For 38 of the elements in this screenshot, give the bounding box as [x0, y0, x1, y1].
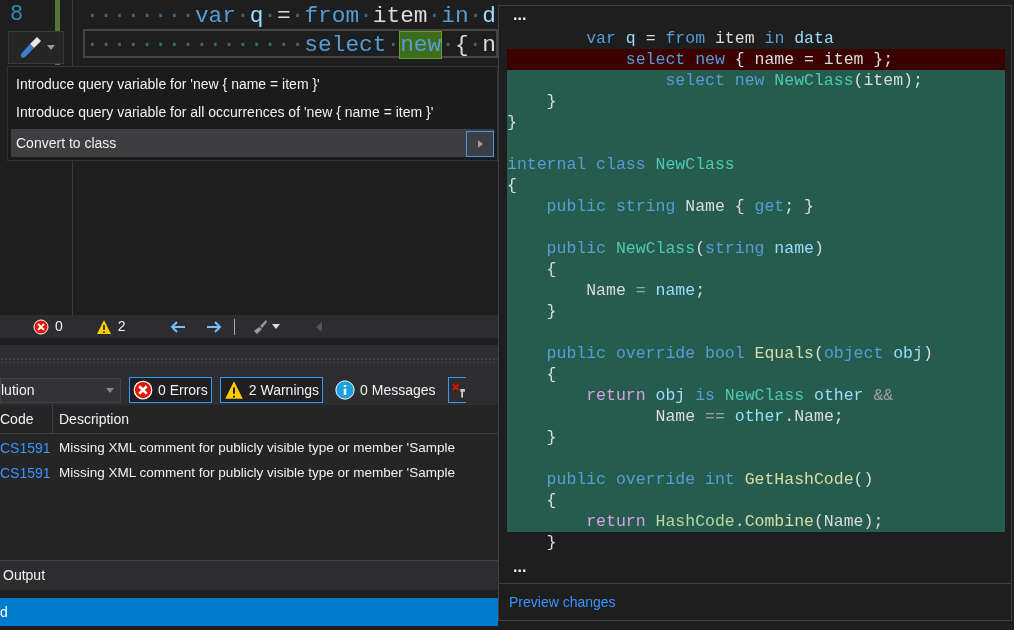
menu-item[interactable]: Introduce query variable for 'new { name = item }' [11, 70, 494, 98]
scope-dropdown[interactable]: lution [0, 377, 121, 403]
line-number: 8 [9, 1, 25, 29]
filter-toggle[interactable]: 0 Errors [129, 377, 212, 403]
caret-icon [106, 387, 114, 393]
error-count: 0 [55, 317, 63, 336]
caret-icon [47, 45, 55, 50]
code-line: ········var·q·=·from·item·in·d [84, 2, 497, 29]
arrow-right-icon[interactable] [205, 319, 222, 334]
warning-count: 2 [117, 317, 126, 336]
error-icon [33, 318, 49, 335]
arrow-left-icon[interactable] [169, 319, 186, 334]
warning-icon [223, 380, 244, 400]
column-header[interactable]: Code [0, 405, 53, 433]
caret-icon[interactable] [271, 324, 280, 329]
quick-actions-button[interactable] [8, 31, 64, 64]
table-cell-text: Missing XML comment for publicly visible type or member 'Sample [59, 464, 455, 483]
error-icon [133, 380, 153, 400]
menu-item[interactable]: Introduce query variable for all occurrences of 'new { name = item }' [11, 98, 494, 126]
error-code-link[interactable]: CS1591 [0, 463, 59, 484]
warning-icon [95, 318, 112, 335]
filter-toggle[interactable]: 2 Warnings [219, 377, 324, 403]
column-header[interactable]: Description [53, 408, 130, 430]
triangle-right-icon [477, 139, 483, 148]
code-line: var q = from item in data [585, 28, 835, 49]
ellipsis-text: ... [512, 558, 528, 577]
clear-filter-icon[interactable] [447, 377, 466, 403]
ellipsis-text: ... [512, 6, 528, 25]
error-code-link[interactable]: CS1591 [0, 438, 59, 459]
code-line: } [545, 532, 558, 553]
filter-toggle[interactable]: 0 Messages [331, 377, 440, 403]
table-cell-text: Missing XML comment for publicly visible type or member 'Sample [59, 439, 455, 458]
status-text: d [0, 602, 8, 622]
info-icon [335, 380, 356, 400]
submenu-arrow-button[interactable] [466, 130, 494, 157]
output-tab[interactable]: Output [0, 565, 46, 586]
preview-changes-link[interactable]: Preview changes [509, 591, 616, 613]
menu-item[interactable]: Convert to class [11, 129, 494, 157]
